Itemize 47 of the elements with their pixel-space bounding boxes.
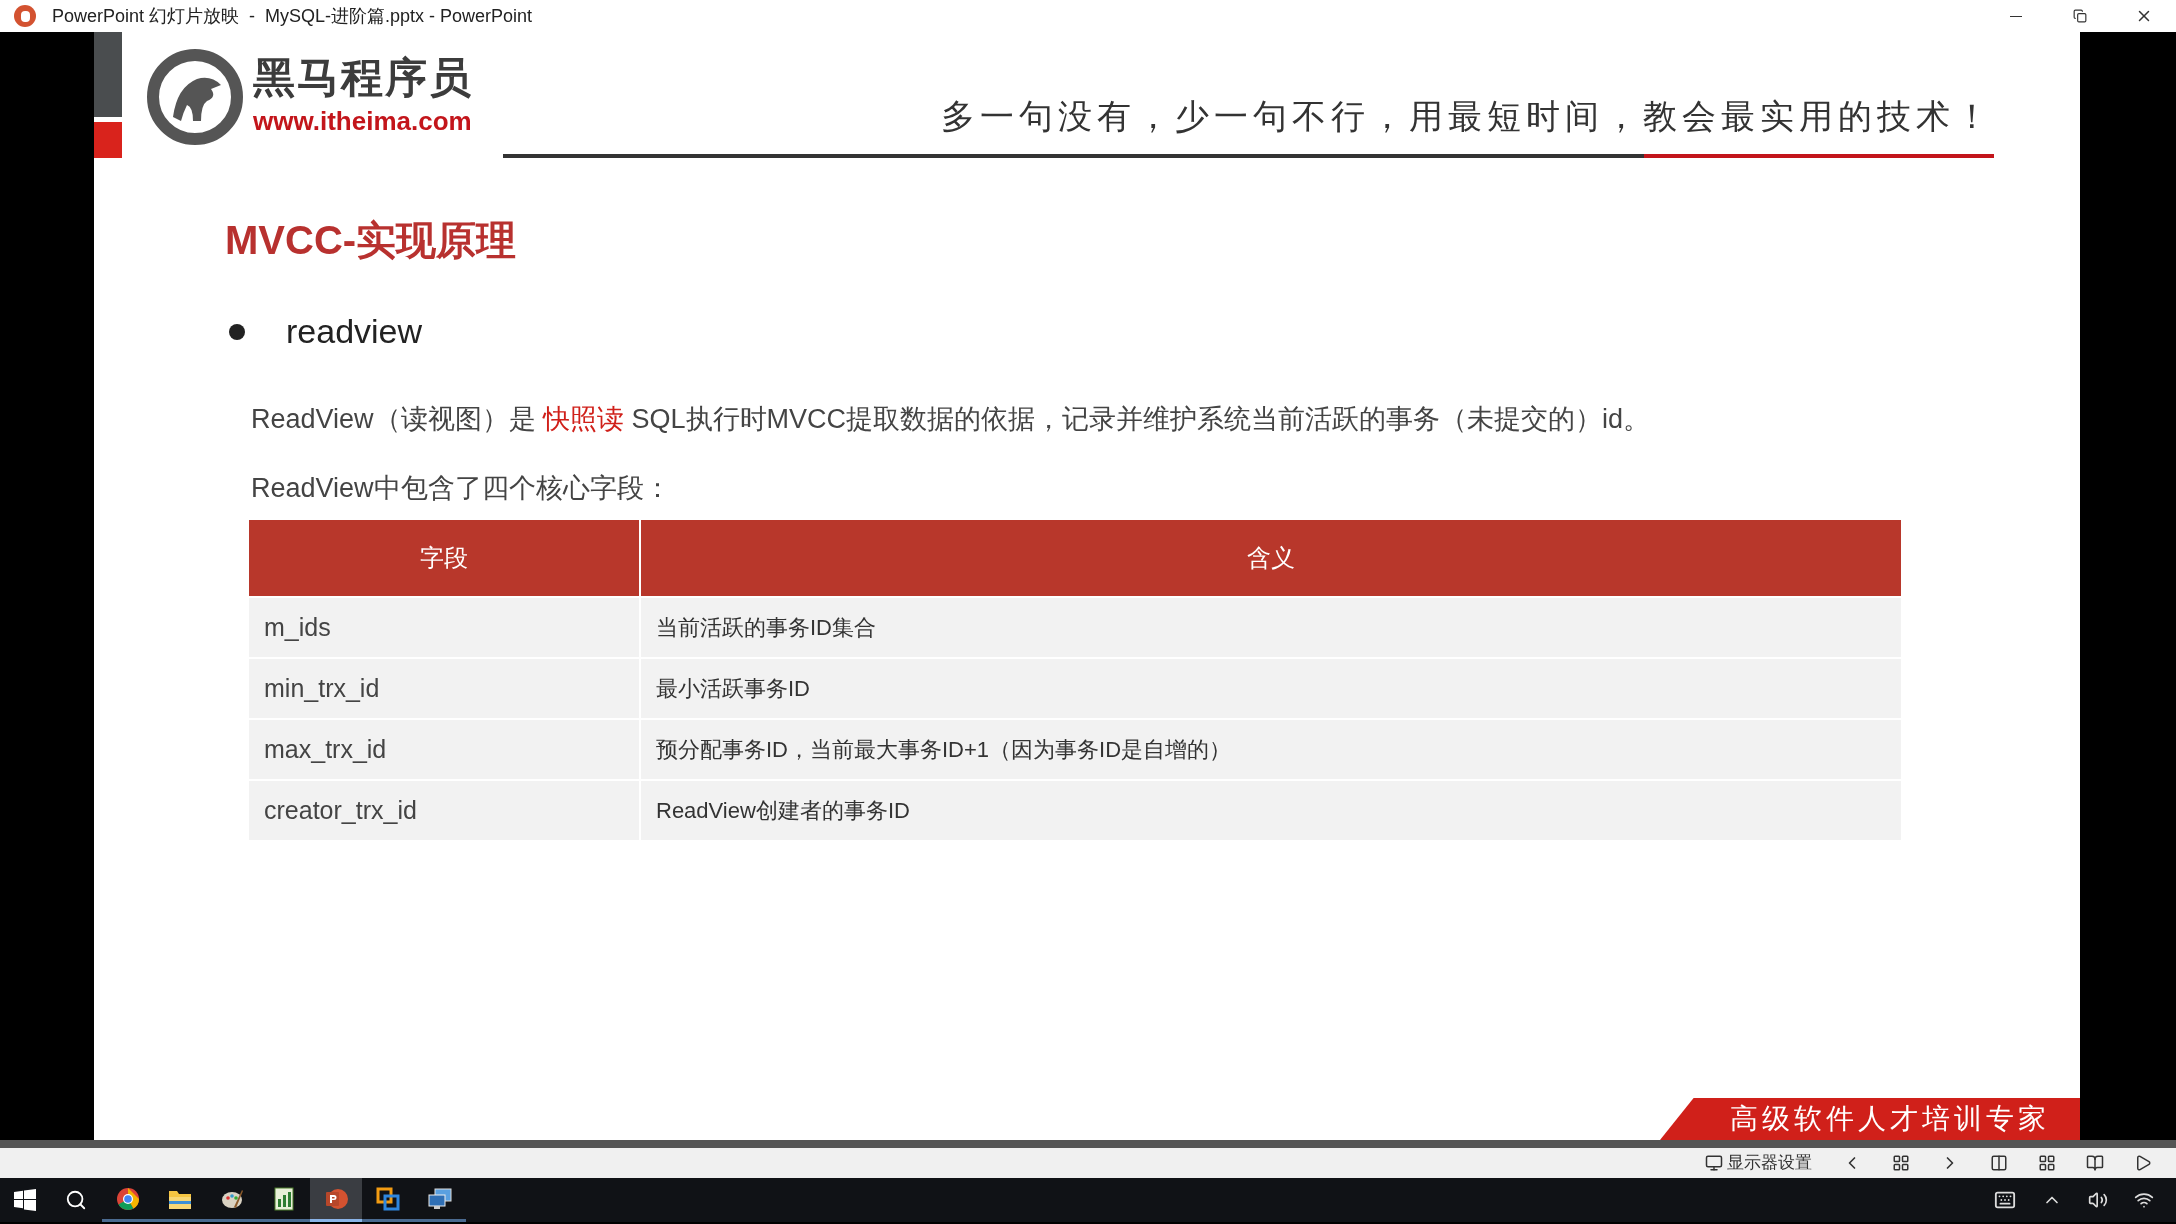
brand-url: www.itheima.com xyxy=(253,104,473,138)
table-cell-text: 最小活跃事务ID xyxy=(655,675,811,703)
monitor-icon xyxy=(1705,1154,1723,1172)
column-header: 含义 xyxy=(1246,543,1296,573)
table-cell-text: 预分配事务ID，当前最大事务ID+1（因为事务ID是自增的） xyxy=(655,736,1233,764)
monitors-icon xyxy=(428,1187,452,1210)
restore-icon xyxy=(2073,9,2087,23)
monitor-settings-button[interactable]: 显示器设置 xyxy=(1705,1150,1812,1176)
slide-grid-button[interactable] xyxy=(1892,1154,1910,1172)
banner-text: 高级软件人才培训专家 xyxy=(1729,1101,2050,1137)
window-title: PowerPoint 幻灯片放映 - MySQL-进阶篇.pptx - PowerPoint xyxy=(52,4,533,28)
wifi-icon[interactable] xyxy=(2134,1190,2154,1210)
reading-view-button[interactable] xyxy=(2086,1154,2104,1172)
slide-title: MVCC-实现原理 xyxy=(225,220,518,260)
logo-icon xyxy=(145,47,245,147)
bullet-icon xyxy=(229,323,245,340)
search-icon xyxy=(65,1189,87,1211)
bullet-text: readview xyxy=(286,311,423,352)
slogan: 多一句没有，少一句不行，用最短时间，教会最实用的技术！ xyxy=(941,95,1994,138)
minimize-icon xyxy=(2010,15,2022,17)
grid-icon xyxy=(1892,1154,1910,1172)
columns-icon xyxy=(1990,1154,2008,1172)
table-cell-text: 当前活跃的事务ID集合 xyxy=(655,614,877,642)
chrome-icon xyxy=(116,1186,140,1211)
keyboard-icon[interactable] xyxy=(1994,1189,2016,1211)
header-accent-block xyxy=(94,122,122,158)
book-icon xyxy=(2086,1154,2104,1172)
slide-sorter-button[interactable] xyxy=(2038,1154,2056,1172)
table-cell: m_ids xyxy=(249,598,641,657)
windows-icon xyxy=(14,1189,36,1211)
grid-icon xyxy=(2038,1154,2056,1172)
table-cell-text: ReadView创建者的事务ID xyxy=(655,797,911,825)
column-header: 字段 xyxy=(249,520,641,596)
normal-view-button[interactable] xyxy=(1990,1154,2008,1172)
linked-squares-icon xyxy=(376,1186,400,1211)
description-paragraph: ReadView（读视图）是 快照读 SQL执行时MVCC提取数据的依据，记录并维护系统当前活跃的事务（未提交的）id。 xyxy=(251,403,1652,436)
powerpoint-icon xyxy=(324,1186,348,1211)
slideshow-button[interactable] xyxy=(2134,1154,2152,1172)
table-cell: creator_trx_id xyxy=(249,781,641,840)
play-icon xyxy=(2134,1154,2152,1172)
chart-document-icon xyxy=(274,1186,294,1211)
powerpoint-icon xyxy=(14,5,36,27)
table-cell: max_trx_id xyxy=(249,720,641,779)
brand-name: 黑马程序员 xyxy=(253,56,473,99)
volume-icon[interactable] xyxy=(2088,1190,2108,1210)
table-cell: min_trx_id xyxy=(249,659,641,718)
table-intro: ReadView中包含了四个核心字段： xyxy=(251,471,672,505)
